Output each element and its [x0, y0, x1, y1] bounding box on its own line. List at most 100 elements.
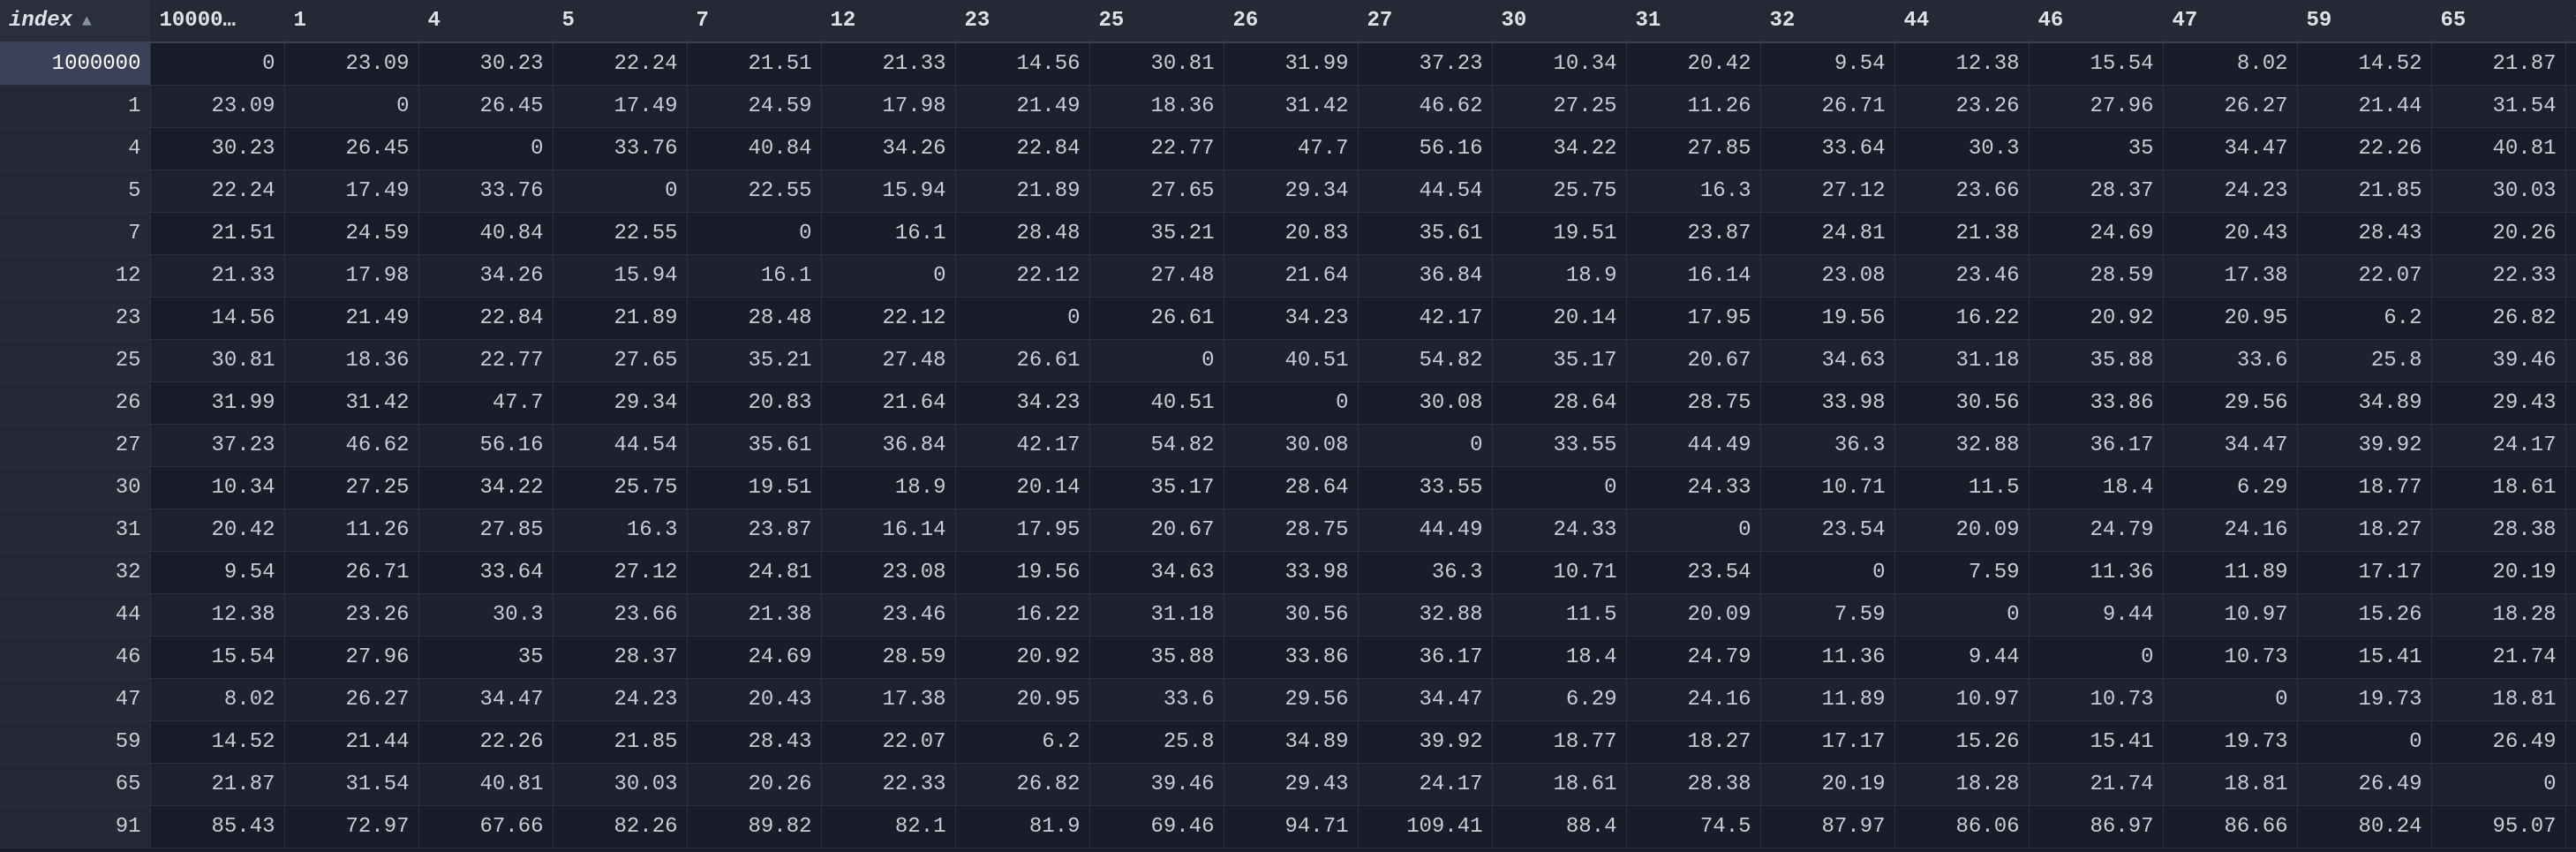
- data-cell[interactable]: 22.55: [687, 170, 821, 212]
- data-cell[interactable]: 18.27: [1626, 720, 1760, 763]
- data-cell[interactable]: 10.34: [150, 466, 284, 509]
- data-cell[interactable]: 23.46: [1894, 254, 2029, 297]
- data-cell[interactable]: 29.56: [1224, 678, 1358, 720]
- data-cell[interactable]: 18.28: [2431, 593, 2565, 636]
- data-cell[interactable]: 15.26: [2297, 593, 2431, 636]
- data-cell[interactable]: 20.43: [2163, 212, 2297, 254]
- data-cell[interactable]: 30.03: [2431, 170, 2565, 212]
- data-cell[interactable]: 26.82: [2431, 297, 2565, 339]
- data-cell[interactable]: 21.64: [821, 381, 955, 424]
- data-cell[interactable]: 0: [687, 212, 821, 254]
- data-cell[interactable]: 26.45: [284, 127, 418, 170]
- data-cell[interactable]: 28.37: [2029, 170, 2163, 212]
- data-cell[interactable]: 34.23: [1224, 297, 1358, 339]
- data-cell[interactable]: 37.23: [1358, 42, 1492, 85]
- row-index-cell[interactable]: 23: [0, 297, 150, 339]
- data-cell[interactable]: 17.95: [1626, 297, 1760, 339]
- row-index-cell[interactable]: 27: [0, 424, 150, 466]
- column-header[interactable]: 32: [1760, 0, 1894, 42]
- data-cell[interactable]: 47.7: [1224, 127, 1358, 170]
- data-cell[interactable]: 9.44: [1894, 636, 2029, 678]
- data-cell[interactable]: 86.06: [2565, 593, 2576, 636]
- data-cell[interactable]: 40.84: [687, 127, 821, 170]
- data-cell[interactable]: 34.63: [1760, 339, 1894, 381]
- data-cell[interactable]: 10.73: [2163, 636, 2297, 678]
- data-cell[interactable]: 34.89: [2297, 381, 2431, 424]
- data-cell[interactable]: 28.38: [1626, 763, 1760, 805]
- data-cell[interactable]: 19.51: [687, 466, 821, 509]
- data-cell[interactable]: 19.56: [1760, 297, 1894, 339]
- data-cell[interactable]: 27.65: [1089, 170, 1224, 212]
- data-cell[interactable]: 18.77: [1492, 720, 1626, 763]
- data-cell[interactable]: 10.97: [2163, 593, 2297, 636]
- data-cell[interactable]: 17.38: [821, 678, 955, 720]
- data-cell[interactable]: 8.02: [150, 678, 284, 720]
- data-cell[interactable]: 20.14: [955, 466, 1089, 509]
- data-cell[interactable]: 33.55: [1358, 466, 1492, 509]
- data-cell[interactable]: 20.92: [955, 636, 1089, 678]
- data-cell[interactable]: 22.26: [2297, 127, 2431, 170]
- data-cell[interactable]: 30.3: [1894, 127, 2029, 170]
- data-cell[interactable]: 23.54: [1626, 551, 1760, 593]
- data-cell[interactable]: 17.95: [955, 509, 1089, 551]
- data-cell[interactable]: 24.59: [687, 85, 821, 127]
- data-cell[interactable]: 15.41: [2029, 720, 2163, 763]
- data-cell[interactable]: 18.4: [2029, 466, 2163, 509]
- data-cell[interactable]: 35: [2029, 127, 2163, 170]
- data-cell[interactable]: 82.26: [2565, 170, 2576, 212]
- data-cell[interactable]: 26.27: [284, 678, 418, 720]
- data-cell[interactable]: 23.46: [821, 593, 955, 636]
- data-cell[interactable]: 44.49: [1626, 424, 1760, 466]
- data-cell[interactable]: 28.75: [1224, 509, 1358, 551]
- data-cell[interactable]: 0: [821, 254, 955, 297]
- data-cell[interactable]: 17.49: [284, 170, 418, 212]
- data-cell[interactable]: 20.83: [1224, 212, 1358, 254]
- data-cell[interactable]: 11.89: [2163, 551, 2297, 593]
- data-cell[interactable]: 9.44: [2029, 593, 2163, 636]
- data-cell[interactable]: 24.23: [553, 678, 687, 720]
- data-cell[interactable]: 18.61: [1492, 763, 1626, 805]
- data-cell[interactable]: 16.1: [687, 254, 821, 297]
- data-cell[interactable]: 28.48: [955, 212, 1089, 254]
- data-cell[interactable]: 14.52: [150, 720, 284, 763]
- data-cell[interactable]: 24.59: [284, 212, 418, 254]
- row-index-cell[interactable]: 26: [0, 381, 150, 424]
- data-cell[interactable]: 27.65: [553, 339, 687, 381]
- data-cell[interactable]: 86.66: [2163, 805, 2297, 848]
- column-header[interactable]: 5: [553, 0, 687, 42]
- data-cell[interactable]: 35.17: [1492, 339, 1626, 381]
- data-cell[interactable]: 19.73: [2297, 678, 2431, 720]
- data-cell[interactable]: 36.17: [1358, 636, 1492, 678]
- data-cell[interactable]: 21.64: [1224, 254, 1358, 297]
- data-cell[interactable]: 88.4: [2565, 466, 2576, 509]
- data-cell[interactable]: 95.07: [2565, 763, 2576, 805]
- data-cell[interactable]: 30.3: [418, 593, 553, 636]
- data-cell[interactable]: 21.51: [150, 212, 284, 254]
- data-cell[interactable]: 23.26: [1894, 85, 2029, 127]
- data-cell[interactable]: 39.46: [1089, 763, 1224, 805]
- data-cell[interactable]: 0: [1358, 424, 1492, 466]
- data-cell[interactable]: 18.36: [284, 339, 418, 381]
- data-cell[interactable]: 19.51: [1492, 212, 1626, 254]
- column-header[interactable]: 1: [284, 0, 418, 42]
- data-cell[interactable]: 33.76: [418, 170, 553, 212]
- data-cell[interactable]: 21.38: [1894, 212, 2029, 254]
- data-cell[interactable]: 47.7: [418, 381, 553, 424]
- data-cell[interactable]: 20.67: [1089, 509, 1224, 551]
- data-cell[interactable]: 80.24: [2565, 720, 2576, 763]
- data-cell[interactable]: 94.71: [1224, 805, 1358, 848]
- row-index-cell[interactable]: 1000000: [0, 42, 150, 85]
- data-cell[interactable]: 0: [1492, 466, 1626, 509]
- data-cell[interactable]: 31.99: [150, 381, 284, 424]
- row-index-cell[interactable]: 91: [0, 805, 150, 848]
- data-cell[interactable]: 34.23: [955, 381, 1089, 424]
- data-cell[interactable]: 33.64: [418, 551, 553, 593]
- data-cell[interactable]: 23.08: [821, 551, 955, 593]
- data-cell[interactable]: 18.81: [2431, 678, 2565, 720]
- column-header[interactable]: 46: [2029, 0, 2163, 42]
- data-cell[interactable]: 28.59: [821, 636, 955, 678]
- data-cell[interactable]: 10.73: [2029, 678, 2163, 720]
- data-cell[interactable]: 30.56: [1224, 593, 1358, 636]
- row-index-cell[interactable]: 25: [0, 339, 150, 381]
- data-cell[interactable]: 16.14: [821, 509, 955, 551]
